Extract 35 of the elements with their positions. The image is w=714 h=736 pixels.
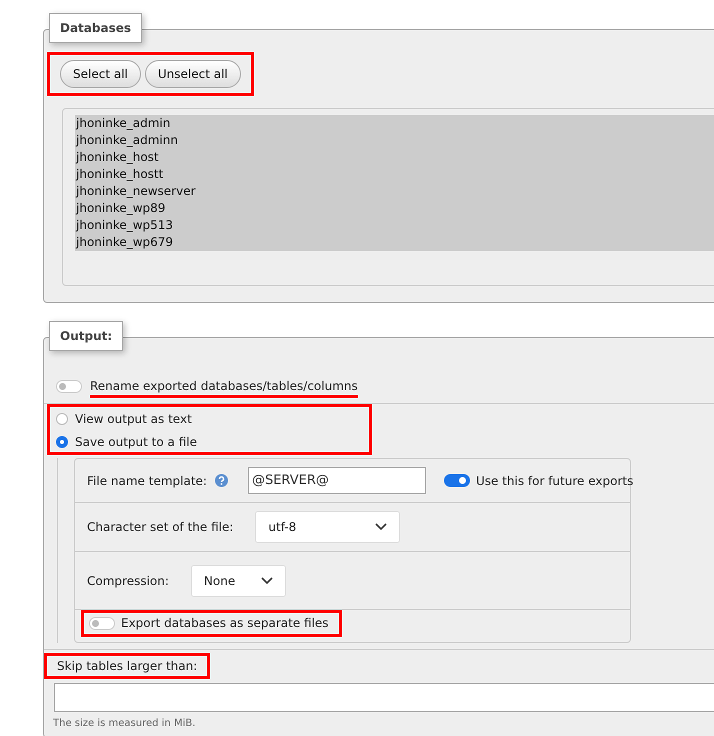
- database-option[interactable]: jhoninke_adminn: [75, 132, 714, 149]
- toggle-switch[interactable]: [56, 380, 82, 392]
- field-label: Skip tables larger than:: [57, 659, 198, 673]
- charset-dropdown[interactable]: utf-8: [255, 511, 400, 543]
- field-label: File name template:: [87, 474, 207, 488]
- toggle-label: Export databases as separate files: [121, 616, 329, 630]
- radio-label: Save output to a file: [75, 435, 197, 449]
- radio-label: View output as text: [75, 412, 192, 426]
- database-option[interactable]: jhoninke_host: [75, 149, 714, 166]
- panel-legend: Output:: [49, 321, 124, 351]
- compression-dropdown[interactable]: None: [190, 564, 286, 596]
- file-name-field[interactable]: @SERVER@: [248, 467, 426, 494]
- chevron-down-icon: [375, 523, 388, 531]
- toggle-switch[interactable]: [89, 616, 115, 630]
- database-option[interactable]: jhoninke_wp679: [75, 234, 714, 251]
- toggle-label: Use this for future exports: [476, 474, 634, 488]
- database-option[interactable]: jhoninke_newserver: [75, 183, 714, 200]
- rename-label: Rename exported databases/tables/columns: [90, 379, 358, 398]
- select-button[interactable]: Select all: [60, 60, 141, 88]
- toggle-switch[interactable]: [444, 474, 470, 487]
- chevron-down-icon: [260, 576, 273, 584]
- hint-text: The size is measured in MiB.: [53, 718, 196, 731]
- size-limit-field[interactable]: [54, 683, 714, 712]
- database-option[interactable]: jhoninke_admin: [75, 115, 714, 132]
- radio-button[interactable]: [56, 436, 68, 448]
- database-option[interactable]: jhoninke_wp513: [75, 217, 714, 234]
- select-button[interactable]: Unselect all: [144, 60, 241, 88]
- panel-legend: Databases: [49, 13, 142, 43]
- database-option[interactable]: jhoninke_wp89: [75, 200, 714, 217]
- database-option[interactable]: jhoninke_hostt: [75, 166, 714, 183]
- help-icon[interactable]: [214, 474, 228, 487]
- field-label: Character set of the file:: [87, 520, 234, 534]
- radio-button[interactable]: [56, 413, 68, 425]
- field-label: Compression:: [87, 574, 169, 588]
- database-listbox[interactable]: jhoninke_admin jhoninke_adminn jhoninke_host jhoninke_hostt jhoninke_newserver jhoninke_wp89 jhoninke_wp513 jhoninke_wp679: [62, 108, 714, 286]
